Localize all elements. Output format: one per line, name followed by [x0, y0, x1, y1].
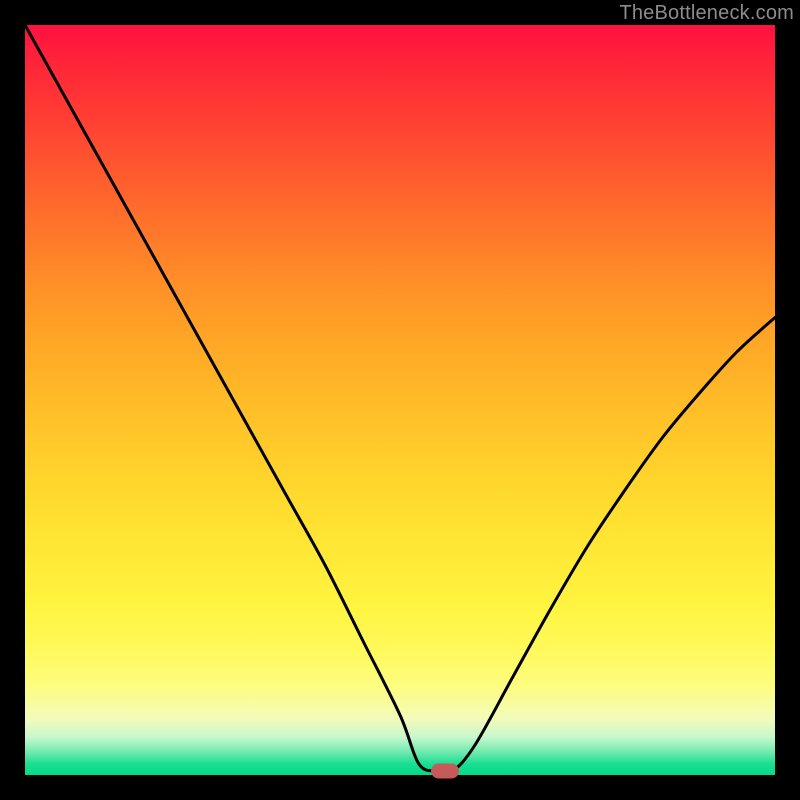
- plot-area: [25, 25, 775, 775]
- bottleneck-marker: [431, 764, 459, 779]
- bottleneck-curve: [25, 25, 775, 775]
- watermark-text: TheBottleneck.com: [619, 2, 794, 25]
- chart-frame: TheBottleneck.com: [0, 0, 800, 800]
